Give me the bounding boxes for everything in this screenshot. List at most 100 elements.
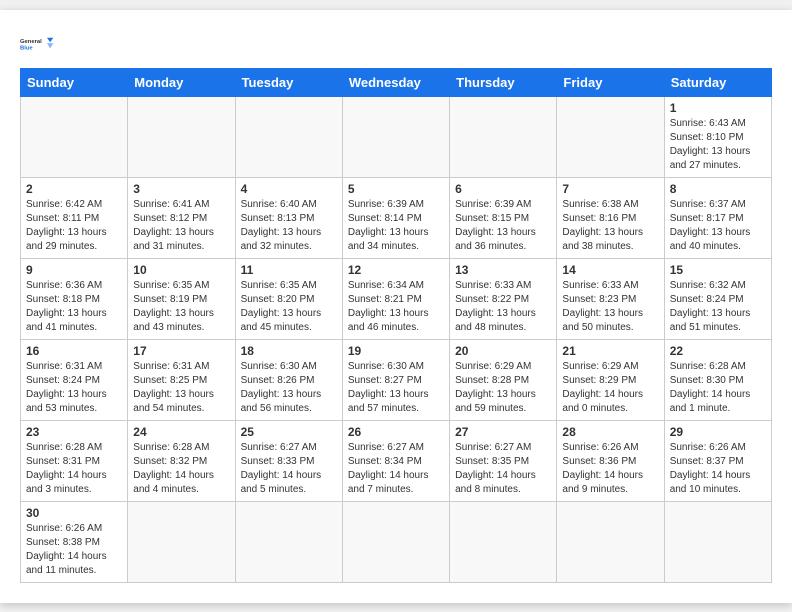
calendar-header: GeneralBlue bbox=[20, 30, 772, 58]
calendar-cell: 4 Sunrise: 6:40 AMSunset: 8:13 PMDaylight… bbox=[235, 177, 342, 258]
logo: GeneralBlue bbox=[20, 30, 56, 58]
day-number: 30 bbox=[26, 506, 122, 520]
logo-icon: GeneralBlue bbox=[20, 30, 56, 58]
day-number: 29 bbox=[670, 425, 766, 439]
calendar-cell: 28 Sunrise: 6:26 AMSunset: 8:36 PMDayligh… bbox=[557, 420, 664, 501]
calendar-cell: 30 Sunrise: 6:26 AMSunset: 8:38 PMDayligh… bbox=[21, 501, 128, 582]
calendar-cell bbox=[235, 501, 342, 582]
day-number: 13 bbox=[455, 263, 551, 277]
calendar-cell bbox=[128, 501, 235, 582]
calendar-cell bbox=[557, 96, 664, 177]
day-number: 5 bbox=[348, 182, 444, 196]
day-number: 24 bbox=[133, 425, 229, 439]
weekday-header-row: SundayMondayTuesdayWednesdayThursdayFrid… bbox=[21, 68, 772, 96]
day-info: Sunrise: 6:37 AMSunset: 8:17 PMDaylight:… bbox=[670, 198, 766, 254]
weekday-header-monday: Monday bbox=[128, 68, 235, 96]
calendar-cell: 8 Sunrise: 6:37 AMSunset: 8:17 PMDaylight… bbox=[664, 177, 771, 258]
weekday-header-saturday: Saturday bbox=[664, 68, 771, 96]
day-info: Sunrise: 6:34 AMSunset: 8:21 PMDaylight:… bbox=[348, 279, 444, 335]
calendar-cell: 9 Sunrise: 6:36 AMSunset: 8:18 PMDaylight… bbox=[21, 258, 128, 339]
day-number: 9 bbox=[26, 263, 122, 277]
calendar-cell: 15 Sunrise: 6:32 AMSunset: 8:24 PMDayligh… bbox=[664, 258, 771, 339]
day-number: 27 bbox=[455, 425, 551, 439]
svg-text:Blue: Blue bbox=[20, 45, 33, 51]
calendar-cell bbox=[128, 96, 235, 177]
day-number: 26 bbox=[348, 425, 444, 439]
calendar-cell: 18 Sunrise: 6:30 AMSunset: 8:26 PMDayligh… bbox=[235, 339, 342, 420]
day-number: 6 bbox=[455, 182, 551, 196]
day-number: 17 bbox=[133, 344, 229, 358]
calendar-cell bbox=[342, 96, 449, 177]
day-number: 18 bbox=[241, 344, 337, 358]
day-info: Sunrise: 6:32 AMSunset: 8:24 PMDaylight:… bbox=[670, 279, 766, 335]
day-number: 2 bbox=[26, 182, 122, 196]
day-number: 20 bbox=[455, 344, 551, 358]
weekday-header-sunday: Sunday bbox=[21, 68, 128, 96]
day-info: Sunrise: 6:26 AMSunset: 8:38 PMDaylight:… bbox=[26, 522, 122, 578]
day-number: 15 bbox=[670, 263, 766, 277]
calendar-cell bbox=[557, 501, 664, 582]
day-number: 4 bbox=[241, 182, 337, 196]
calendar-cell: 7Sunrise: 6:38 AMSunset: 8:16 PMDaylight… bbox=[557, 177, 664, 258]
day-info: Sunrise: 6:28 AMSunset: 8:30 PMDaylight:… bbox=[670, 360, 766, 416]
day-info: Sunrise: 6:28 AMSunset: 8:31 PMDaylight:… bbox=[26, 441, 122, 497]
calendar-cell bbox=[342, 501, 449, 582]
day-info: Sunrise: 6:43 AMSunset: 8:10 PMDaylight:… bbox=[670, 117, 766, 173]
calendar-cell bbox=[235, 96, 342, 177]
day-number: 28 bbox=[562, 425, 658, 439]
week-row-0: 1 Sunrise: 6:43 AMSunset: 8:10 PMDaylight… bbox=[21, 96, 772, 177]
day-info: Sunrise: 6:27 AMSunset: 8:35 PMDaylight:… bbox=[455, 441, 551, 497]
weekday-header-tuesday: Tuesday bbox=[235, 68, 342, 96]
week-row-5: 30 Sunrise: 6:26 AMSunset: 8:38 PMDayligh… bbox=[21, 501, 772, 582]
calendar-table: SundayMondayTuesdayWednesdayThursdayFrid… bbox=[20, 68, 772, 583]
day-info: Sunrise: 6:26 AMSunset: 8:37 PMDaylight:… bbox=[670, 441, 766, 497]
weekday-header-friday: Friday bbox=[557, 68, 664, 96]
calendar-cell: 27 Sunrise: 6:27 AMSunset: 8:35 PMDayligh… bbox=[450, 420, 557, 501]
day-info: Sunrise: 6:26 AMSunset: 8:36 PMDaylight:… bbox=[562, 441, 658, 497]
day-number: 21 bbox=[562, 344, 658, 358]
calendar-cell: 19Sunrise: 6:30 AMSunset: 8:27 PMDayligh… bbox=[342, 339, 449, 420]
calendar-cell: 12 Sunrise: 6:34 AMSunset: 8:21 PMDayligh… bbox=[342, 258, 449, 339]
day-info: Sunrise: 6:33 AMSunset: 8:23 PMDaylight:… bbox=[562, 279, 658, 335]
day-info: Sunrise: 6:38 AMSunset: 8:16 PMDaylight:… bbox=[562, 198, 658, 254]
calendar-cell: 10 Sunrise: 6:35 AMSunset: 8:19 PMDayligh… bbox=[128, 258, 235, 339]
calendar-cell: 14Sunrise: 6:33 AMSunset: 8:23 PMDayligh… bbox=[557, 258, 664, 339]
day-info: Sunrise: 6:42 AMSunset: 8:11 PMDaylight:… bbox=[26, 198, 122, 254]
week-row-3: 16 Sunrise: 6:31 AMSunset: 8:24 PMDayligh… bbox=[21, 339, 772, 420]
calendar-cell: 5Sunrise: 6:39 AMSunset: 8:14 PMDaylight… bbox=[342, 177, 449, 258]
calendar-cell: 16 Sunrise: 6:31 AMSunset: 8:24 PMDayligh… bbox=[21, 339, 128, 420]
calendar-cell: 29 Sunrise: 6:26 AMSunset: 8:37 PMDayligh… bbox=[664, 420, 771, 501]
day-info: Sunrise: 6:33 AMSunset: 8:22 PMDaylight:… bbox=[455, 279, 551, 335]
day-info: Sunrise: 6:35 AMSunset: 8:19 PMDaylight:… bbox=[133, 279, 229, 335]
day-info: Sunrise: 6:39 AMSunset: 8:15 PMDaylight:… bbox=[455, 198, 551, 254]
day-number: 16 bbox=[26, 344, 122, 358]
week-row-4: 23 Sunrise: 6:28 AMSunset: 8:31 PMDayligh… bbox=[21, 420, 772, 501]
day-number: 12 bbox=[348, 263, 444, 277]
day-number: 8 bbox=[670, 182, 766, 196]
day-number: 1 bbox=[670, 101, 766, 115]
calendar-cell: 17 Sunrise: 6:31 AMSunset: 8:25 PMDayligh… bbox=[128, 339, 235, 420]
day-info: Sunrise: 6:40 AMSunset: 8:13 PMDaylight:… bbox=[241, 198, 337, 254]
calendar-cell: 13 Sunrise: 6:33 AMSunset: 8:22 PMDayligh… bbox=[450, 258, 557, 339]
day-info: Sunrise: 6:31 AMSunset: 8:24 PMDaylight:… bbox=[26, 360, 122, 416]
calendar-cell: 6 Sunrise: 6:39 AMSunset: 8:15 PMDaylight… bbox=[450, 177, 557, 258]
svg-text:General: General bbox=[20, 39, 42, 45]
calendar-cell: 25Sunrise: 6:27 AMSunset: 8:33 PMDayligh… bbox=[235, 420, 342, 501]
calendar-cell bbox=[21, 96, 128, 177]
weekday-header-wednesday: Wednesday bbox=[342, 68, 449, 96]
day-number: 23 bbox=[26, 425, 122, 439]
day-info: Sunrise: 6:41 AMSunset: 8:12 PMDaylight:… bbox=[133, 198, 229, 254]
day-info: Sunrise: 6:29 AMSunset: 8:29 PMDaylight:… bbox=[562, 360, 658, 416]
calendar-cell bbox=[664, 501, 771, 582]
day-number: 3 bbox=[133, 182, 229, 196]
calendar-cell: 11Sunrise: 6:35 AMSunset: 8:20 PMDayligh… bbox=[235, 258, 342, 339]
day-info: Sunrise: 6:30 AMSunset: 8:26 PMDaylight:… bbox=[241, 360, 337, 416]
day-info: Sunrise: 6:36 AMSunset: 8:18 PMDaylight:… bbox=[26, 279, 122, 335]
day-info: Sunrise: 6:31 AMSunset: 8:25 PMDaylight:… bbox=[133, 360, 229, 416]
day-number: 10 bbox=[133, 263, 229, 277]
day-info: Sunrise: 6:35 AMSunset: 8:20 PMDaylight:… bbox=[241, 279, 337, 335]
week-row-2: 9 Sunrise: 6:36 AMSunset: 8:18 PMDaylight… bbox=[21, 258, 772, 339]
calendar-cell: 20Sunrise: 6:29 AMSunset: 8:28 PMDayligh… bbox=[450, 339, 557, 420]
calendar-cell: 2 Sunrise: 6:42 AMSunset: 8:11 PMDaylight… bbox=[21, 177, 128, 258]
calendar-cell bbox=[450, 501, 557, 582]
